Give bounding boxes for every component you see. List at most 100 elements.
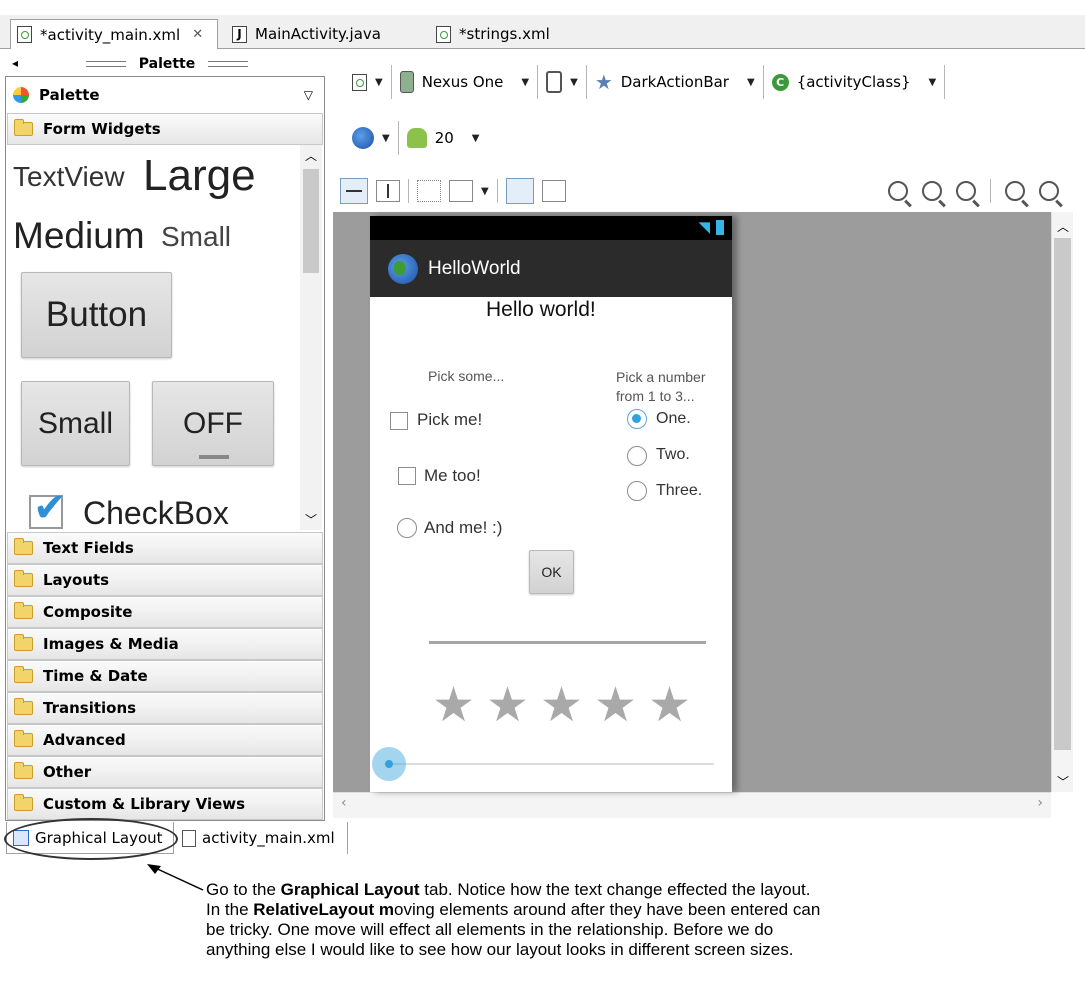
canvas-horizontal-scrollbar[interactable]: ‹ › xyxy=(333,792,1051,818)
layout-swap-icon[interactable] xyxy=(541,180,566,202)
scroll-thumb[interactable] xyxy=(303,169,319,273)
tab-strings-xml[interactable]: *strings.xml xyxy=(430,19,610,49)
drag-handle[interactable] xyxy=(208,61,249,67)
category-transitions[interactable]: Transitions xyxy=(7,692,323,724)
radio-one[interactable] xyxy=(627,409,647,429)
scroll-down-icon[interactable]: ﹀ xyxy=(1057,773,1069,790)
activity-class-icon: C xyxy=(771,73,789,91)
category-label: Other xyxy=(43,763,92,781)
dropdown-arrow-icon[interactable]: ▼ xyxy=(382,133,390,144)
scroll-thumb[interactable] xyxy=(1054,238,1071,750)
scroll-left-icon[interactable]: ‹ xyxy=(341,795,347,811)
locale-globe-icon[interactable] xyxy=(352,127,374,149)
collapse-left-icon[interactable]: ◂ xyxy=(12,56,18,70)
canvas-vertical-scrollbar[interactable]: ︿ ﹀ xyxy=(1051,212,1073,792)
category-text-fields[interactable]: Text Fields xyxy=(7,532,323,564)
rating-star[interactable]: ★ xyxy=(648,681,691,729)
device-preview: ◥ HelloWorld Hello world! Pick some... P… xyxy=(370,216,732,792)
pick-some-label[interactable]: Pick some... xyxy=(428,368,504,384)
seekbar-thumb[interactable] xyxy=(372,747,406,781)
close-icon[interactable]: ✕ xyxy=(192,27,203,42)
theme-selector[interactable]: DarkActionBar xyxy=(621,73,729,91)
widget-large-text[interactable]: Large xyxy=(143,151,256,201)
rating-star[interactable]: ★ xyxy=(594,681,637,729)
tab-activity-main-xml[interactable]: *activity_main.xml ✕ xyxy=(10,19,218,49)
category-other[interactable]: Other xyxy=(7,756,323,788)
radio-two[interactable] xyxy=(627,446,647,466)
pick-number-label[interactable]: Pick a number from 1 to 3... xyxy=(616,368,728,406)
scroll-up-icon[interactable]: ︿ xyxy=(1057,218,1069,235)
resize-icon[interactable] xyxy=(449,180,473,202)
checkbox-label[interactable]: Pick me! xyxy=(417,410,482,430)
scroll-down-icon[interactable]: ﹀ xyxy=(305,511,317,528)
dropdown-arrow-icon[interactable]: ▼ xyxy=(375,77,383,88)
config-toolbar: ▼ Nexus One ▼ ▼ ★ DarkActionBar ▼ C {activ… xyxy=(352,64,946,100)
drag-handle[interactable] xyxy=(85,61,126,67)
category-composite[interactable]: Composite xyxy=(7,596,323,628)
category-time-date[interactable]: Time & Date xyxy=(7,660,323,692)
radio-label[interactable]: Three. xyxy=(656,482,702,500)
radio-label[interactable]: One. xyxy=(656,410,691,428)
widget-checkbox[interactable]: CheckBox xyxy=(83,495,229,530)
dropdown-arrow-icon[interactable]: ▼ xyxy=(472,133,480,144)
palette-scrollbar[interactable]: ︿ ﹀ xyxy=(300,145,322,530)
widget-button[interactable]: Button xyxy=(21,272,172,358)
scroll-right-icon[interactable]: › xyxy=(1037,795,1043,811)
widget-medium-text[interactable]: Medium xyxy=(13,215,145,257)
widget-small-button[interactable]: Small xyxy=(21,381,130,466)
radio-three[interactable] xyxy=(627,481,647,501)
palette-title-row[interactable]: Palette ▽ xyxy=(7,79,323,111)
dropdown-arrow-icon[interactable]: ▼ xyxy=(570,77,578,88)
rating-star[interactable]: ★ xyxy=(486,681,529,729)
palette-view-header: ◂ Palette xyxy=(8,56,326,74)
dropdown-arrow-icon[interactable]: ▼ xyxy=(481,186,489,197)
rating-star[interactable]: ★ xyxy=(432,681,475,729)
ok-button[interactable]: OK xyxy=(529,550,574,594)
category-form-widgets[interactable]: Form Widgets xyxy=(7,113,323,145)
zoom-in-icon[interactable] xyxy=(1039,181,1059,201)
zoom-100-icon[interactable] xyxy=(956,181,976,201)
category-images-media[interactable]: Images & Media xyxy=(7,628,323,660)
checkbox-label[interactable]: Me too! xyxy=(424,466,481,486)
fill-width-icon[interactable] xyxy=(340,178,368,204)
seekbar-track[interactable] xyxy=(388,763,714,765)
hello-text[interactable]: Hello world! xyxy=(486,298,596,322)
category-label: Form Widgets xyxy=(43,120,161,138)
category-label: Layouts xyxy=(43,571,110,589)
zoom-fit-icon[interactable] xyxy=(888,181,908,201)
zoom-real-size-icon[interactable] xyxy=(922,181,942,201)
activity-selector[interactable]: {activityClass} xyxy=(797,73,911,91)
category-layouts[interactable]: Layouts xyxy=(7,564,323,596)
radio-label[interactable]: Two. xyxy=(656,446,690,464)
config-file-icon[interactable] xyxy=(352,73,367,91)
tab-mainactivity-java[interactable]: J MainActivity.java xyxy=(226,19,426,49)
margins-icon[interactable] xyxy=(417,180,441,202)
layout-align-icon[interactable] xyxy=(505,178,534,204)
widget-small-text[interactable]: Small xyxy=(161,221,231,253)
wifi-icon: ◥ xyxy=(698,218,710,236)
locale-api-toolbar: ▼ 20 ▼ xyxy=(352,120,480,156)
device-selector[interactable]: Nexus One xyxy=(422,73,504,91)
dropdown-arrow-icon[interactable]: ▼ xyxy=(521,77,529,88)
tab-xml-source[interactable]: activity_main.xml xyxy=(176,822,348,854)
layout-actions-toolbar: ▼ xyxy=(340,176,566,206)
zoom-out-icon[interactable] xyxy=(1005,181,1025,201)
callout-bold: RelativeLayout m xyxy=(253,900,395,919)
dropdown-arrow-icon[interactable]: ▼ xyxy=(747,77,755,88)
radio-label[interactable]: And me! :) xyxy=(424,518,502,538)
dropdown-arrow-icon[interactable]: ▼ xyxy=(929,77,937,88)
widget-textview[interactable]: TextView xyxy=(13,161,125,193)
dropdown-arrow-icon[interactable]: ▽ xyxy=(304,88,313,102)
checkbox-me-too[interactable] xyxy=(398,467,416,485)
check-mark-icon: ✔ xyxy=(33,485,67,530)
api-level-selector[interactable]: 20 xyxy=(435,129,454,147)
radio-and-me[interactable] xyxy=(397,518,417,538)
orientation-icon[interactable] xyxy=(546,71,563,93)
checkbox-pick-me[interactable] xyxy=(390,412,408,430)
category-advanced[interactable]: Advanced xyxy=(7,724,323,756)
scroll-up-icon[interactable]: ︿ xyxy=(305,147,317,164)
widget-toggle-button[interactable]: OFF xyxy=(152,381,274,466)
fill-height-icon[interactable] xyxy=(376,180,400,202)
category-custom-library-views[interactable]: Custom & Library Views xyxy=(7,788,323,820)
rating-star[interactable]: ★ xyxy=(540,681,583,729)
